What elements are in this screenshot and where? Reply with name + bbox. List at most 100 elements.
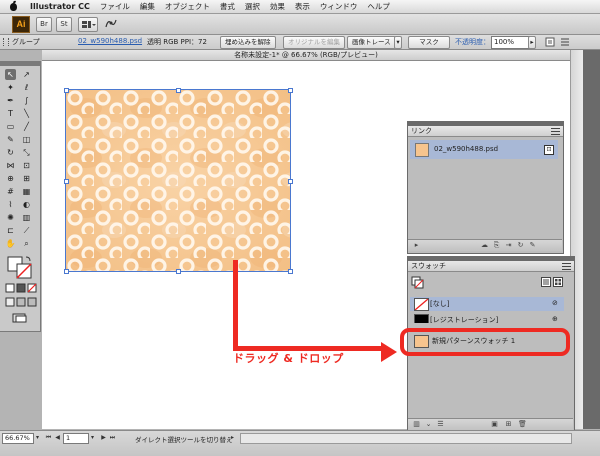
selection-handle-tc[interactable]: [176, 88, 181, 93]
zoom-level-field[interactable]: 66.67%: [2, 433, 34, 444]
relink-icon[interactable]: ⎘: [492, 241, 501, 249]
color-mode-buttons[interactable]: [5, 283, 37, 293]
curvature-tool-icon[interactable]: ∫: [21, 95, 32, 106]
blend-tool-icon[interactable]: ◐: [21, 199, 32, 210]
artboard-tool-icon[interactable]: ⊏: [5, 225, 16, 236]
mesh-tool-icon[interactable]: #: [5, 186, 16, 197]
selection-handle-tl[interactable]: [64, 88, 69, 93]
stock-button[interactable]: St: [56, 17, 72, 32]
go-to-link-icon[interactable]: ⇥: [504, 241, 513, 249]
image-trace-button[interactable]: 画像トレース: [347, 36, 396, 49]
swatch-row-registration[interactable]: [レジストレーション] ⊕: [410, 313, 564, 323]
hand-tool-icon[interactable]: ✋: [5, 238, 16, 249]
app-menu[interactable]: Illustrator CC: [30, 2, 90, 11]
last-artboard-icon[interactable]: ⏭: [108, 433, 117, 442]
new-color-group-icon[interactable]: ▣: [490, 420, 499, 428]
artboard-dropdown-icon[interactable]: ▾: [88, 433, 97, 442]
rotate-tool-icon[interactable]: ↻: [5, 147, 16, 158]
bridge-button[interactable]: Br: [36, 17, 52, 32]
control-panel-menu-icon[interactable]: [560, 37, 570, 47]
thumbnail-view-icon[interactable]: [553, 277, 563, 287]
lasso-tool-icon[interactable]: ℓ: [21, 82, 32, 93]
horizontal-scrollbar[interactable]: [240, 433, 572, 444]
links-panel-tab[interactable]: リンク: [408, 126, 563, 137]
free-transform-tool-icon[interactable]: ⊡: [21, 160, 32, 171]
width-tool-icon[interactable]: ⋈: [5, 160, 16, 171]
menu-type[interactable]: 書式: [220, 1, 235, 12]
placed-pattern-image[interactable]: [65, 89, 291, 272]
artboard-number-field[interactable]: 1: [63, 433, 89, 444]
direct-selection-tool-icon[interactable]: ↗: [21, 69, 32, 80]
selection-handle-tr[interactable]: [288, 88, 293, 93]
opacity-dropdown[interactable]: ▸: [528, 36, 536, 49]
selection-handle-br[interactable]: [288, 269, 293, 274]
menu-edit[interactable]: 編集: [140, 1, 155, 12]
symbol-sprayer-tool-icon[interactable]: ✺: [5, 212, 16, 223]
shape-builder-tool-icon[interactable]: ⊕: [5, 173, 16, 184]
gradient-tool-icon[interactable]: ▦: [21, 186, 32, 197]
menu-file[interactable]: ファイル: [100, 1, 130, 12]
slice-tool-icon[interactable]: ⟋: [21, 225, 32, 236]
arrange-documents-button[interactable]: [78, 17, 98, 32]
panel-menu-icon[interactable]: [551, 127, 560, 135]
show-options-icon[interactable]: ▸: [412, 241, 421, 249]
menu-object[interactable]: オブジェクト: [165, 1, 210, 12]
list-view-icon[interactable]: [541, 277, 551, 287]
fill-stroke-mini-icon[interactable]: [411, 276, 424, 289]
unembed-button[interactable]: 埋め込みを解除: [220, 36, 276, 49]
edit-original-icon[interactable]: ✎: [528, 241, 537, 249]
selection-handle-ml[interactable]: [64, 179, 69, 184]
screen-mode-icon[interactable]: [12, 313, 28, 323]
zoom-tool-icon[interactable]: ⌕: [21, 238, 32, 249]
previous-artboard-icon[interactable]: ◀: [53, 433, 62, 442]
trace-preset-dropdown[interactable]: ▾: [394, 36, 402, 49]
control-bar-grip[interactable]: [3, 38, 9, 46]
swatch-options-icon[interactable]: ☰: [436, 420, 445, 428]
scale-tool-icon[interactable]: ⤡: [21, 147, 32, 158]
links-list-item[interactable]: 02_w590h488.psd ⊡: [410, 140, 558, 159]
selection-handle-bc[interactable]: [176, 269, 181, 274]
fill-stroke-widget[interactable]: [6, 255, 34, 281]
drawing-mode-buttons[interactable]: [5, 297, 37, 307]
selection-handle-mr[interactable]: [288, 179, 293, 184]
tools-panel-grip[interactable]: [0, 61, 40, 66]
next-artboard-icon[interactable]: ▶: [99, 433, 108, 442]
pen-tool-icon[interactable]: ✒: [5, 95, 16, 106]
paintbrush-tool-icon[interactable]: ╱: [21, 121, 32, 132]
menu-help[interactable]: ヘルプ: [367, 1, 390, 12]
swatches-panel-tab[interactable]: スウォッチ: [408, 261, 574, 272]
document-tab[interactable]: 名称未設定-1* @ 66.67% (RGB/プレビュー): [42, 50, 570, 61]
document-setup-icon[interactable]: [545, 37, 555, 47]
menu-effect[interactable]: 効果: [270, 1, 285, 12]
edit-original-button[interactable]: オリジナルを編集: [283, 36, 345, 49]
magic-wand-tool-icon[interactable]: ✦: [5, 82, 16, 93]
cc-library-icon[interactable]: ☁: [480, 241, 489, 249]
selection-handle-bl[interactable]: [64, 269, 69, 274]
linked-file-link[interactable]: 02_w590h488.psd: [78, 37, 142, 45]
swatches-panel-menu-icon[interactable]: [562, 262, 571, 270]
column-graph-tool-icon[interactable]: ▥: [21, 212, 32, 223]
selection-tool-icon[interactable]: ↖: [5, 69, 16, 80]
new-swatch-icon[interactable]: ⊞: [504, 420, 513, 428]
rectangle-tool-icon[interactable]: ▭: [5, 121, 16, 132]
pencil-tool-icon[interactable]: ✎: [5, 134, 16, 145]
first-artboard-icon[interactable]: ⏮: [44, 433, 53, 442]
zoom-dropdown-icon[interactable]: ▾: [33, 433, 42, 442]
delete-swatch-icon[interactable]: 🗑: [518, 420, 527, 428]
type-tool-icon[interactable]: T: [5, 108, 16, 119]
gpu-performance-icon[interactable]: [104, 17, 118, 30]
apple-icon[interactable]: [8, 2, 20, 11]
update-link-icon[interactable]: ↻: [516, 241, 525, 249]
show-swatch-kinds-icon[interactable]: ⌄: [424, 420, 433, 428]
perspective-grid-tool-icon[interactable]: ⊞: [21, 173, 32, 184]
status-menu-icon[interactable]: ▸: [228, 433, 237, 442]
eraser-tool-icon[interactable]: ◫: [21, 134, 32, 145]
menu-window[interactable]: ウィンドウ: [320, 1, 358, 12]
swatch-libraries-icon[interactable]: ▥: [412, 420, 421, 428]
swatch-row-none[interactable]: [なし] ⊘: [410, 297, 564, 311]
line-tool-icon[interactable]: ╲: [21, 108, 32, 119]
opacity-label[interactable]: 不透明度：: [455, 37, 490, 47]
menu-view[interactable]: 表示: [295, 1, 310, 12]
mask-button[interactable]: マスク: [408, 36, 450, 49]
menu-select[interactable]: 選択: [245, 1, 260, 12]
